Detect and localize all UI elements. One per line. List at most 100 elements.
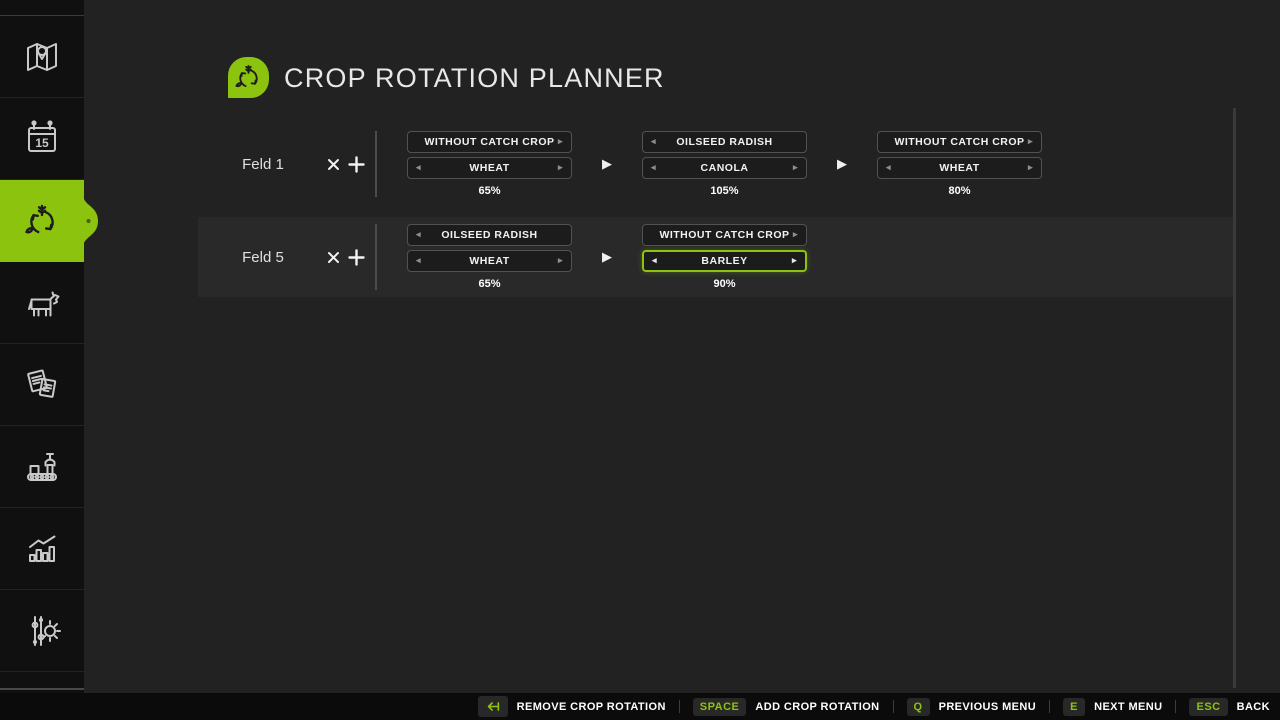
catch-crop-value: WITHOUT CATCH CROP (424, 136, 554, 148)
crop-selector[interactable]: ◂ WHEAT ▸ (877, 157, 1042, 179)
yield-percentage: 80% (948, 185, 970, 198)
sidebar-item-crop-rotation[interactable] (0, 180, 84, 262)
sidebar-item-map[interactable] (0, 16, 84, 98)
catch-crop-value: WITHOUT CATCH CROP (894, 136, 1024, 148)
arrow-right-icon[interactable]: ▸ (1028, 158, 1033, 178)
arrow-left-icon[interactable]: ◂ (416, 158, 421, 178)
sidebar-item-contracts[interactable] (0, 344, 84, 426)
sidebar-item-production[interactable] (0, 426, 84, 508)
hotkey-back[interactable]: ESC BACK (1189, 698, 1270, 716)
arrow-left-icon[interactable]: ◂ (652, 252, 657, 270)
sidebar-item-settings[interactable] (0, 590, 84, 672)
plus-icon (348, 156, 365, 173)
bar-chart-icon (22, 529, 62, 569)
rotation-step: WITHOUT CATCH CROP ▸ ◂ WHEAT ▸ 65% (407, 131, 572, 198)
catch-crop-selector[interactable]: ◂ OILSEED RADISH (407, 224, 572, 246)
step-arrow-icon: ▶ (572, 249, 642, 265)
backspace-arrow-icon (485, 701, 501, 712)
catch-crop-value: OILSEED RADISH (676, 136, 772, 148)
catch-crop-value: OILSEED RADISH (441, 229, 537, 241)
step-arrow-icon: ▶ (807, 156, 877, 172)
arrow-right-icon[interactable]: ▸ (793, 225, 798, 245)
field-row-feld-5: Feld 5 ◂ OILSEED RADISH ◂ WHEAT ▸ (198, 217, 1233, 297)
arrow-right-icon[interactable]: ▸ (558, 251, 563, 271)
catch-crop-selector[interactable]: WITHOUT CATCH CROP ▸ (642, 224, 807, 246)
field-name: Feld 1 (218, 156, 308, 173)
field-name: Feld 5 (218, 249, 308, 266)
crop-selector[interactable]: ◂ CANOLA ▸ (642, 157, 807, 179)
arrow-left-icon[interactable]: ◂ (651, 158, 656, 178)
arrow-right-icon[interactable]: ▸ (558, 158, 563, 178)
arrow-left-icon[interactable]: ◂ (416, 251, 421, 271)
hotkey-separator (679, 700, 680, 713)
yield-percentage: 65% (478, 185, 500, 198)
catch-crop-selector[interactable]: WITHOUT CATCH CROP ▸ (407, 131, 572, 153)
sidebar-item-statistics[interactable] (0, 508, 84, 590)
esc-key: ESC (1189, 698, 1227, 716)
sidebar-item-animals[interactable] (0, 262, 84, 344)
crop-rotation-planner-screen: 15 (0, 0, 1280, 720)
hotkey-bar: REMOVE CROP ROTATION SPACE ADD CROP ROTA… (0, 693, 1280, 720)
hotkey-separator (1175, 700, 1176, 713)
close-icon (327, 251, 340, 264)
yield-percentage: 105% (710, 185, 738, 198)
plus-icon (348, 249, 365, 266)
rotation-steps: ◂ OILSEED RADISH ◂ WHEAT ▸ 65% ▶ WITHOUT… (407, 224, 807, 291)
hotkey-label: PREVIOUS MENU (939, 701, 1037, 713)
arrow-left-icon[interactable]: ◂ (416, 225, 421, 245)
crop-selector-focused[interactable]: ◂ BARLEY ▸ (642, 250, 807, 272)
row-divider (375, 131, 377, 197)
hotkey-next-menu[interactable]: E NEXT MENU (1063, 698, 1162, 716)
arrow-right-icon[interactable]: ▸ (1028, 132, 1033, 152)
hotkey-label: NEXT MENU (1094, 701, 1162, 713)
arrow-left-icon[interactable]: ◂ (651, 132, 656, 152)
crop-value: BARLEY (701, 255, 747, 267)
crop-value: CANOLA (701, 162, 749, 174)
catch-crop-value: WITHOUT CATCH CROP (659, 229, 789, 241)
backspace-key (478, 696, 508, 717)
rotation-step: ◂ OILSEED RADISH ◂ WHEAT ▸ 65% (407, 224, 572, 291)
rotation-step: WITHOUT CATCH CROP ▸ ◂ WHEAT ▸ 80% (877, 131, 1042, 198)
crop-value: WHEAT (469, 162, 509, 174)
step-arrow-icon: ▶ (572, 156, 642, 172)
arrow-left-icon[interactable]: ◂ (886, 158, 891, 178)
map-icon (22, 37, 62, 77)
sidebar-items: 15 (0, 16, 84, 672)
sidebar-item-calendar[interactable]: 15 (0, 98, 84, 180)
selected-tab-pointer (84, 199, 100, 243)
hotkey-remove-crop-rotation[interactable]: REMOVE CROP ROTATION (478, 696, 666, 717)
hotkey-label: BACK (1237, 701, 1270, 713)
arrow-right-icon[interactable]: ▸ (793, 158, 798, 178)
field-row-feld-1: Feld 1 WITHOUT CATCH CROP ▸ ◂ WHEAT ▸ (198, 124, 1233, 204)
crop-value: WHEAT (469, 255, 509, 267)
add-step-button[interactable] (345, 153, 367, 175)
q-key: Q (907, 698, 930, 716)
calendar-day-label: 15 (35, 136, 49, 150)
crop-selector[interactable]: ◂ WHEAT ▸ (407, 157, 572, 179)
close-icon (327, 158, 340, 171)
hotkey-previous-menu[interactable]: Q PREVIOUS MENU (907, 698, 1037, 716)
hotkey-add-crop-rotation[interactable]: SPACE ADD CROP ROTATION (693, 698, 880, 716)
yield-percentage: 65% (478, 278, 500, 291)
calendar-icon: 15 (22, 119, 62, 159)
catch-crop-selector[interactable]: ◂ OILSEED RADISH (642, 131, 807, 153)
crop-selector[interactable]: ◂ WHEAT ▸ (407, 250, 572, 272)
arrow-right-icon[interactable]: ▸ (558, 132, 563, 152)
catch-crop-selector[interactable]: WITHOUT CATCH CROP ▸ (877, 131, 1042, 153)
hotkey-label: ADD CROP ROTATION (755, 701, 879, 713)
rotation-step: WITHOUT CATCH CROP ▸ ◂ BARLEY ▸ 90% (642, 224, 807, 291)
documents-icon (22, 365, 62, 405)
add-step-button[interactable] (345, 246, 367, 268)
scrollbar[interactable] (1233, 108, 1236, 688)
page-title: CROP ROTATION PLANNER (284, 63, 665, 94)
arrow-right-icon[interactable]: ▸ (792, 252, 797, 270)
rotation-step: ◂ OILSEED RADISH ◂ CANOLA ▸ 105% (642, 131, 807, 198)
hotkey-separator (1049, 700, 1050, 713)
crop-rotation-icon (233, 62, 264, 93)
hotkey-label: REMOVE CROP ROTATION (517, 701, 666, 713)
remove-field-button[interactable] (322, 153, 344, 175)
remove-field-button[interactable] (322, 246, 344, 268)
page-icon (228, 57, 269, 98)
sidebar-bottom-divider (0, 688, 84, 690)
yield-percentage: 90% (713, 278, 735, 291)
